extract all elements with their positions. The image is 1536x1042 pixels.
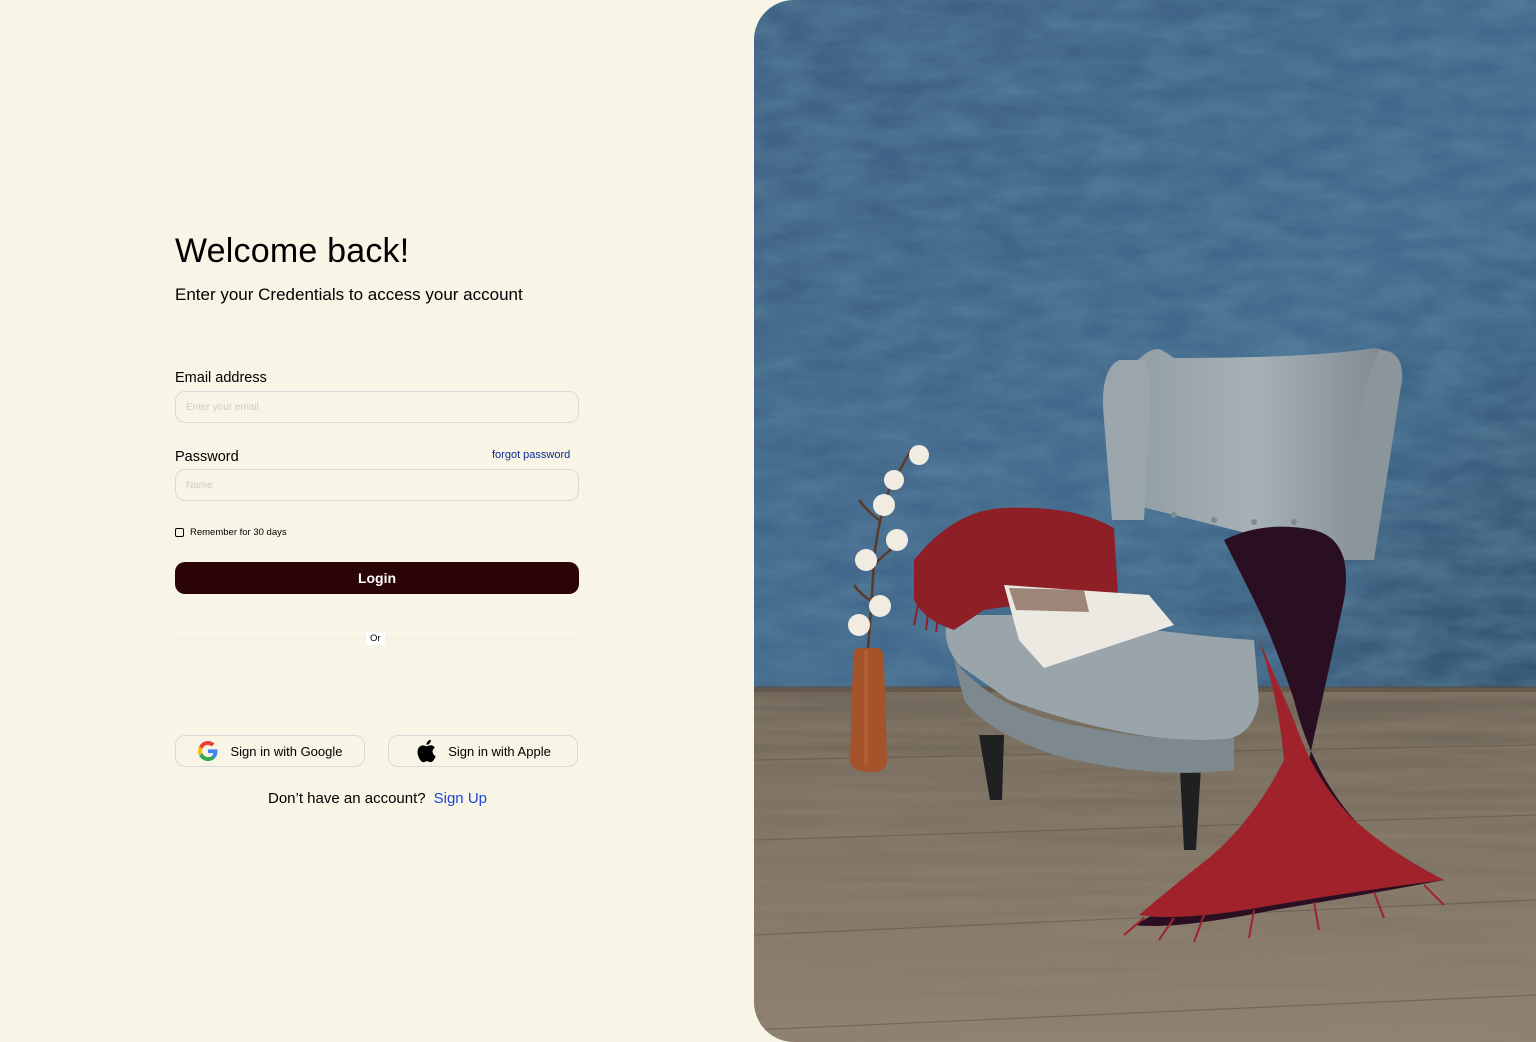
google-signin-button[interactable]: Sign in with Google bbox=[175, 735, 365, 767]
login-panel: Welcome back! Enter your Credentials to … bbox=[0, 0, 754, 1042]
remember-checkbox[interactable] bbox=[175, 528, 184, 537]
page-subtitle: Enter your Credentials to access your ac… bbox=[175, 285, 523, 304]
page-title: Welcome back! bbox=[175, 232, 410, 270]
signup-prompt: Don’t have an account? bbox=[268, 790, 426, 807]
google-icon bbox=[197, 740, 219, 762]
remember-label: Remember for 30 days bbox=[190, 527, 287, 538]
signup-link[interactable]: Sign Up bbox=[434, 790, 487, 807]
divider-or: Or bbox=[366, 632, 385, 645]
apple-signin-button[interactable]: Sign in with Apple bbox=[388, 735, 578, 767]
password-field[interactable] bbox=[175, 469, 579, 501]
email-field[interactable] bbox=[175, 391, 579, 423]
forgot-password-link[interactable]: forgot password bbox=[492, 449, 570, 461]
email-label: Email address bbox=[175, 370, 267, 386]
signup-row: Don’t have an account? Sign Up bbox=[268, 790, 487, 807]
apple-icon bbox=[415, 739, 437, 763]
google-signin-label: Sign in with Google bbox=[230, 743, 343, 759]
armchair-photo bbox=[754, 0, 1536, 1042]
login-button[interactable]: Login bbox=[175, 562, 579, 594]
password-label: Password bbox=[175, 449, 239, 465]
remember-row: Remember for 30 days bbox=[175, 527, 287, 538]
apple-signin-label: Sign in with Apple bbox=[448, 743, 551, 759]
